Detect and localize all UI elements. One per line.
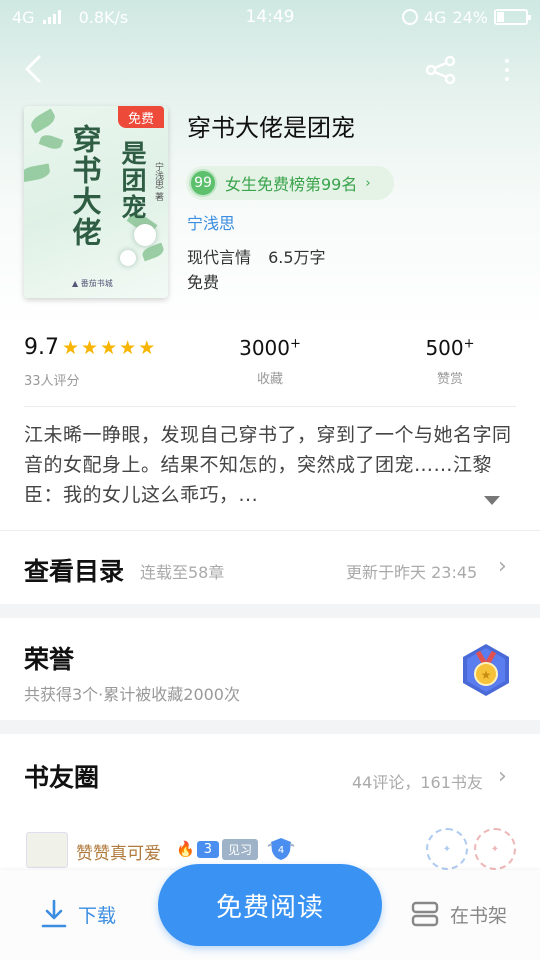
top-nav xyxy=(0,44,540,96)
dot-icon xyxy=(505,77,509,81)
download-icon xyxy=(41,899,67,928)
share-button[interactable] xyxy=(422,52,460,88)
signal-icon xyxy=(42,10,61,24)
fan-level-number: 3 xyxy=(196,840,219,858)
star-icon: ★ xyxy=(119,337,137,359)
stamp-icon: ✦ xyxy=(474,828,516,870)
free-read-button[interactable]: 免费阅读 xyxy=(158,864,382,946)
download-label: 下载 xyxy=(78,904,117,927)
network-label-right: 4G xyxy=(423,7,447,27)
shield-level: 4 xyxy=(278,845,284,856)
star-icon: ★ xyxy=(62,337,80,359)
star-icon: ★ xyxy=(138,337,156,359)
star-icon: ★ xyxy=(100,337,118,359)
favorites-label: 收藏 xyxy=(256,372,283,387)
avatar[interactable] xyxy=(26,832,68,868)
rating-stars: ★ ★ ★ ★ ★ xyxy=(62,338,155,358)
rating-score: 9.7 xyxy=(24,335,59,360)
stamp-icon: ✦ xyxy=(426,828,468,870)
dot-icon xyxy=(505,68,509,72)
star-icon: ★ xyxy=(81,337,99,359)
leaf-decoration xyxy=(38,132,64,152)
leaf-decoration xyxy=(24,163,51,183)
reward-label: 赞赏 xyxy=(436,372,463,387)
reward-value: 500 xyxy=(425,336,464,360)
back-arrow-icon xyxy=(25,55,41,83)
honor-subtitle: 共获得3个·累计被收藏2000次 xyxy=(24,685,240,704)
status-bar: 4G 0.8K/s 14:49 4G 24% xyxy=(0,0,540,34)
section-gap xyxy=(0,720,540,734)
word-count: 6.5万字 xyxy=(268,248,326,267)
battery-percent: 24% xyxy=(452,7,488,27)
genre-info: 现代言情 6.5万字 xyxy=(187,244,326,268)
favorites-stat: 3000+ 收藏 xyxy=(230,336,310,387)
leaf-decoration xyxy=(28,108,58,134)
chevron-right-icon: › xyxy=(365,175,371,191)
price-label: 免费 xyxy=(187,273,220,292)
book-title: 穿书大佬是团宠 xyxy=(187,114,355,142)
divider xyxy=(24,406,516,407)
rating-count: 33人评分 xyxy=(24,374,80,389)
battery-icon xyxy=(494,9,531,25)
favorites-value: 3000 xyxy=(239,336,290,360)
network-label: 4G xyxy=(12,7,35,27)
comment-username[interactable]: 赞赞真可爱 xyxy=(76,839,161,864)
flower-decoration xyxy=(134,224,156,246)
svg-text:★: ★ xyxy=(481,668,492,682)
network-speed: 0.8K/s xyxy=(78,7,129,27)
flower-decoration xyxy=(120,250,136,266)
author-link[interactable]: 宁浅思 xyxy=(187,210,235,234)
book-cover[interactable]: 穿书大佬 是团宠 宁浅思 著 ▲ 番茄书城 xyxy=(24,106,168,298)
favorites-plus: + xyxy=(290,336,301,352)
back-button[interactable] xyxy=(18,52,48,86)
book-circle-title[interactable]: 书友圈 xyxy=(24,758,99,794)
genre-label: 现代言情 xyxy=(187,248,252,267)
rank-number: 99 xyxy=(189,169,217,197)
rank-text: 女生免费榜第99名 xyxy=(225,175,358,194)
flame-icon: 🔥 xyxy=(176,840,195,858)
section-gap xyxy=(0,604,540,618)
cover-title-line-2: 是团宠 xyxy=(118,140,147,221)
publisher-logo: ▲ 番茄书城 xyxy=(72,279,113,288)
level-tag: 见习 xyxy=(222,839,259,860)
rank-badge[interactable]: 99 女生免费榜第99名 › xyxy=(186,166,394,200)
shield-icon: 4 xyxy=(267,838,295,860)
dot-icon xyxy=(505,59,509,63)
book-summary[interactable]: 江未晞一睁眼，发现自己穿书了，穿到了一个与她名字同音的女配身上。结果不知怎的，突… xyxy=(24,420,518,510)
share-icon xyxy=(425,55,456,85)
reward-stat: 500+ 赞赏 xyxy=(410,336,490,387)
bookshelf-icon xyxy=(411,901,439,927)
chevron-right-icon[interactable]: › xyxy=(498,554,507,579)
bookshelf-label: 在书架 xyxy=(450,904,508,927)
bookshelf-button[interactable]: 在书架 xyxy=(410,894,507,934)
honor-title: 荣誉 xyxy=(24,645,75,674)
divider xyxy=(0,530,540,531)
free-badge: 免费 xyxy=(118,106,164,128)
cover-author: 宁浅思 著 xyxy=(153,162,163,201)
more-menu-button[interactable] xyxy=(496,52,518,88)
alarm-icon xyxy=(401,9,418,25)
medal-icon[interactable]: ★ xyxy=(458,642,514,698)
catalog-title[interactable]: 查看目录 xyxy=(24,552,124,588)
catalog-update-time: 更新于昨天 23:45 xyxy=(346,563,478,582)
fan-level-badge: 🔥 3 xyxy=(176,838,219,860)
chevron-right-icon[interactable]: › xyxy=(498,764,507,789)
cover-title-line-1: 穿书大佬 xyxy=(68,124,102,248)
download-button[interactable]: 下载 xyxy=(40,894,116,934)
expand-arrow-icon[interactable] xyxy=(484,496,500,505)
reward-plus: + xyxy=(463,336,475,352)
catalog-status: 连载至58章 xyxy=(140,563,225,582)
book-circle-stats: 44评论，161书友 xyxy=(352,773,483,792)
